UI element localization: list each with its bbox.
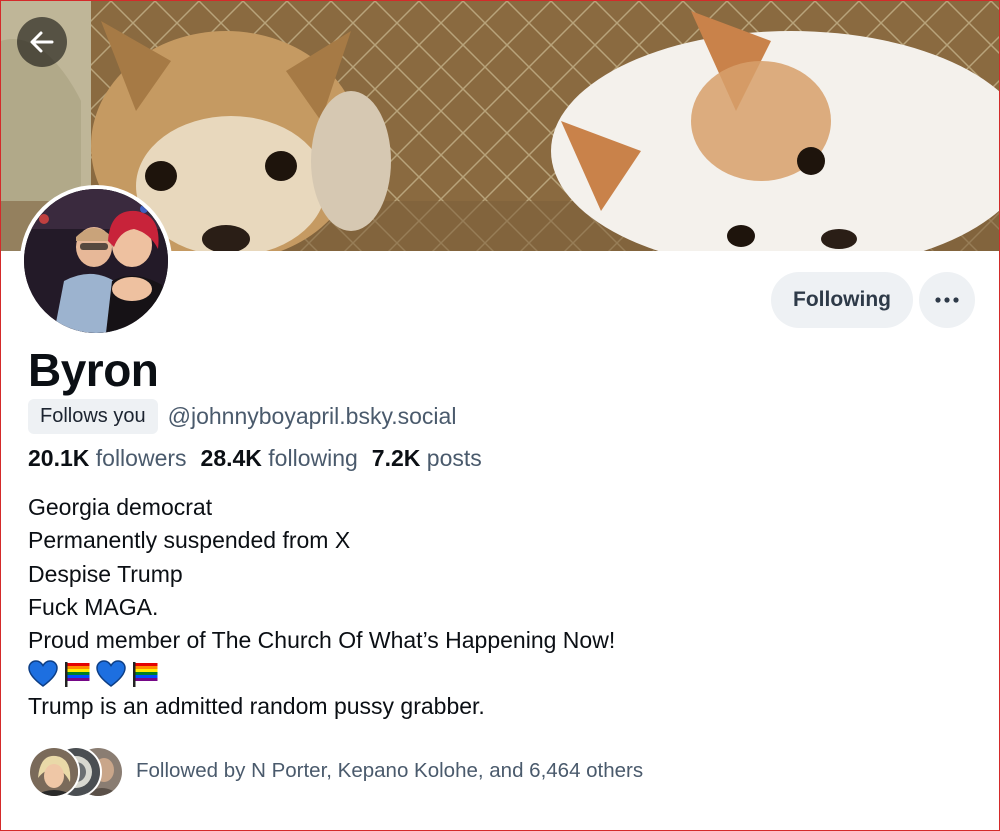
bio-line: Georgia democrat: [28, 494, 213, 520]
posts-label: posts: [426, 445, 482, 471]
following-button[interactable]: Following: [771, 272, 913, 328]
followers-count: 20.1K: [28, 445, 90, 471]
user-handle[interactable]: @johnnyboyapril.bsky.social: [168, 403, 457, 430]
bio-line: Trump is an admitted random pussy grabbe…: [28, 693, 485, 720]
avatar-image: [24, 189, 168, 333]
bio-line: Despise Trump: [28, 560, 183, 587]
followers-stat[interactable]: 20.1K followers: [28, 445, 187, 472]
blue-heart-icon: [96, 660, 126, 687]
posts-count: 7.2K: [371, 445, 421, 471]
following-label: following: [268, 445, 358, 471]
bio-line: Permanently suspended from X: [28, 527, 351, 554]
follower-avatar-image: [30, 748, 78, 796]
bio-line: Fuck MAGA.: [28, 593, 159, 620]
following-stat[interactable]: 28.4K following: [201, 445, 358, 472]
rainbow-flag-icon: [65, 661, 90, 687]
handle-row: Follows you @johnnyboyapril.bsky.social: [28, 398, 456, 434]
rainbow-flag-icon: [133, 661, 158, 687]
bio-emoji-row: [28, 657, 615, 690]
display-name: Byron: [28, 344, 159, 396]
avatar[interactable]: [20, 185, 172, 337]
profile-stats: 20.1K followers 28.4K following 7.2K pos…: [28, 445, 482, 472]
arrow-left-icon: [30, 31, 54, 53]
more-options-button[interactable]: [919, 272, 975, 328]
follower-facepile: [28, 746, 124, 798]
blue-heart-icon: [28, 660, 58, 687]
followers-label: followers: [95, 445, 187, 471]
bio-line: Proud member of The Church Of What’s Hap…: [28, 627, 616, 654]
back-button[interactable]: [17, 17, 67, 67]
ellipsis-icon: [935, 297, 959, 303]
posts-stat: 7.2K posts: [372, 445, 482, 472]
followed-by-text: Followed by N Porter, Kepano Kolohe, and…: [136, 759, 644, 782]
follows-you-badge: Follows you: [28, 398, 158, 434]
profile-bio: Georgia democrat Permanently suspended f…: [28, 491, 615, 724]
follower-avatar: [28, 746, 80, 798]
following-count: 28.4K: [200, 445, 262, 471]
followed-by-row[interactable]: Followed by N Porter, Kepano Kolohe, and…: [28, 746, 644, 798]
